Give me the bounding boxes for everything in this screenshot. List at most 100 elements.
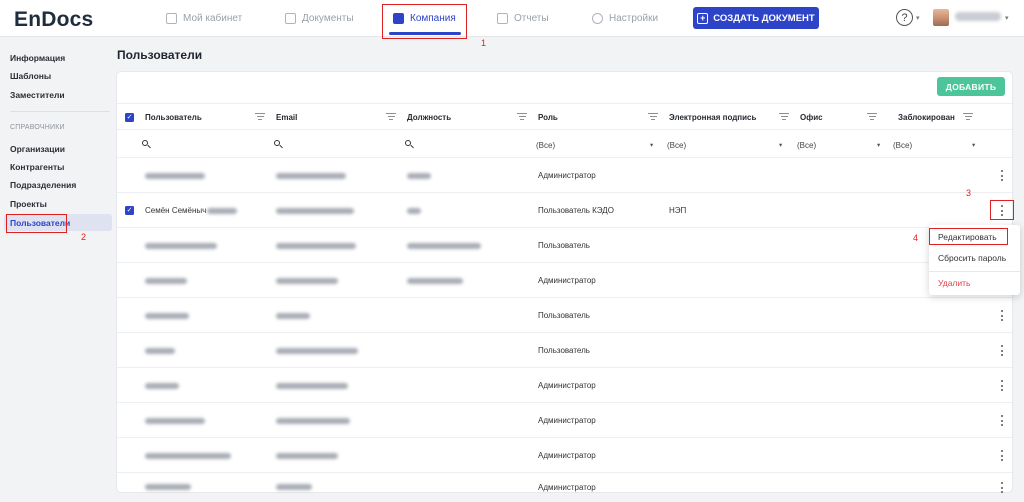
nav-documents[interactable]: Документы [285,0,354,37]
sidebar-item-info[interactable]: Информация [10,53,65,63]
sidebar-item-templates[interactable]: Шаблоны [10,71,51,81]
email-blurred [276,348,358,354]
signature-filter-select[interactable]: (Все) [667,141,686,150]
role-cell: Пользователь [538,311,590,320]
user-name-blurred [145,243,217,249]
column-header-role[interactable]: Роль [538,113,558,122]
table-row[interactable]: Пользователь [117,298,1012,333]
table-row[interactable]: Администратор [117,473,1012,494]
table-row[interactable]: Пользователь [117,228,1012,263]
nav-reports-label: Отчеты [514,13,549,24]
annotation-number-4: 4 [913,233,919,243]
avatar[interactable] [933,9,949,26]
search-icon-email[interactable] [274,140,283,149]
user-name-blurred [145,313,189,319]
email-blurred [276,418,350,424]
column-header-email[interactable]: Email [276,113,297,122]
user-name-blurred [207,208,237,214]
sidebar-item-organizations[interactable]: Организации [10,144,65,154]
filter-icon-office[interactable] [867,113,877,121]
annotation-box-company [382,4,467,39]
role-cell: Пользователь КЭДО [538,206,614,215]
row-actions-icon[interactable] [999,169,1005,182]
column-header-signature[interactable]: Электронная подпись [669,113,756,122]
user-caret-icon[interactable]: ▾ [1005,14,1009,22]
nav-settings[interactable]: Настройки [592,0,658,37]
row-actions-icon[interactable] [999,414,1005,427]
document-icon [285,13,296,24]
menu-item-delete[interactable]: Удалить [938,278,970,288]
chart-icon [497,13,508,24]
chevron-down-icon[interactable]: ▾ [650,141,653,149]
chevron-down-icon[interactable]: ▾ [877,141,880,149]
table-filter-row: (Все) ▾ (Все) ▾ (Все) ▾ (Все) ▾ [117,131,1012,158]
menu-item-reset-password[interactable]: Сбросить пароль [938,253,1006,263]
role-cell: Администратор [538,451,596,460]
column-header-blocked[interactable]: Заблокирован [898,113,955,122]
column-header-position[interactable]: Должность [407,113,451,122]
menu-divider [929,271,1020,272]
table-row[interactable]: Администратор [117,368,1012,403]
select-all-checkbox[interactable]: ✓ [125,113,134,122]
annotation-number-3: 3 [966,188,972,198]
create-document-button[interactable]: + СОЗДАТЬ ДОКУМЕНТ [693,7,819,29]
email-blurred [276,383,348,389]
table-row[interactable]: Администратор [117,263,1012,298]
role-cell: Администратор [538,381,596,390]
nav-reports[interactable]: Отчеты [497,0,549,37]
sidebar-item-deputies[interactable]: Заместители [10,90,65,100]
app-logo[interactable]: EnDocs [14,8,93,32]
help-icon[interactable]: ? [896,9,913,26]
email-blurred [276,243,356,249]
sidebar-item-counterparties[interactable]: Контрагенты [10,162,64,172]
role-cell: Администратор [538,276,596,285]
user-name-blurred [145,484,191,490]
role-filter-select[interactable]: (Все) [536,141,555,150]
search-icon-user[interactable] [142,140,151,149]
table-row[interactable]: ✓ Семён Семёныч Пользователь КЭДО НЭП [117,193,1012,228]
table-row[interactable]: Пользователь [117,333,1012,368]
filter-icon-position[interactable] [517,113,527,121]
table-row[interactable]: Администратор [117,158,1012,193]
add-user-button[interactable]: ДОБАВИТЬ [937,77,1005,96]
filter-icon-role[interactable] [648,113,658,121]
sidebar-divider [10,111,110,112]
column-header-user[interactable]: Пользователь [145,113,202,122]
filter-icon-email[interactable] [386,113,396,121]
filter-icon-signature[interactable] [779,113,789,121]
user-name-blurred [145,383,179,389]
nav-my-cabinet-label: Мой кабинет [183,13,243,24]
grid-icon [166,13,177,24]
position-blurred [407,208,421,214]
role-cell: Пользователь [538,346,590,355]
row-checkbox[interactable]: ✓ [125,206,134,215]
row-actions-icon[interactable] [999,481,1005,494]
blocked-filter-select[interactable]: (Все) [893,141,912,150]
sidebar-item-projects[interactable]: Проекты [10,199,47,209]
email-blurred [276,173,346,179]
chevron-down-icon[interactable]: ▾ [972,141,975,149]
position-blurred [407,278,463,284]
chevron-down-icon[interactable]: ▾ [779,141,782,149]
table-row[interactable]: Администратор [117,438,1012,473]
filter-icon-blocked[interactable] [963,113,973,121]
table-row[interactable]: Администратор [117,403,1012,438]
email-blurred [276,208,354,214]
filter-icon-user[interactable] [255,113,265,121]
sidebar-item-departments[interactable]: Подразделения [10,180,76,190]
annotation-box-row-actions [990,200,1014,220]
user-name-blurred [145,278,187,284]
help-caret-icon[interactable]: ▾ [916,14,920,22]
column-header-office[interactable]: Офис [800,113,823,122]
annotation-number-1: 1 [481,38,487,48]
row-actions-icon[interactable] [999,309,1005,322]
user-name-blurred[interactable] [955,12,1001,21]
search-icon-position[interactable] [405,140,414,149]
row-actions-icon[interactable] [999,379,1005,392]
row-actions-icon[interactable] [999,344,1005,357]
create-document-label: СОЗДАТЬ ДОКУМЕНТ [713,12,815,24]
office-filter-select[interactable]: (Все) [797,141,816,150]
nav-my-cabinet[interactable]: Мой кабинет [166,0,242,37]
row-actions-icon[interactable] [999,449,1005,462]
sidebar-section-title: СПРАВОЧНИКИ [10,124,65,131]
